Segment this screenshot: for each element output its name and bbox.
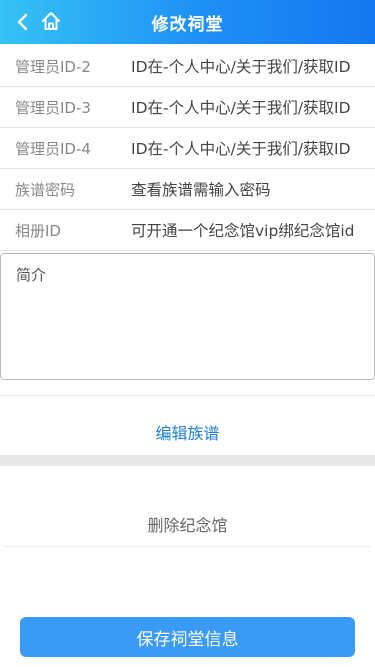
field-row-admin-3[interactable]: 管理员ID-3 ID在-个人中心/关于我们/获取ID bbox=[0, 87, 375, 128]
field-input[interactable]: ID在-个人中心/关于我们/获取ID bbox=[131, 137, 351, 159]
field-row-admin-4[interactable]: 管理员ID-4 ID在-个人中心/关于我们/获取ID bbox=[0, 128, 375, 169]
field-input[interactable]: ID在-个人中心/关于我们/获取ID bbox=[131, 55, 351, 77]
header-bar: 修改祠堂 bbox=[0, 0, 375, 44]
intro-textarea[interactable]: 简介 bbox=[0, 253, 375, 380]
section-separator bbox=[0, 455, 375, 466]
field-row-admin-2[interactable]: 管理员ID-2 ID在-个人中心/关于我们/获取ID bbox=[0, 46, 375, 87]
save-hall-info-button[interactable]: 保存祠堂信息 bbox=[20, 617, 355, 657]
field-input[interactable]: 查看族谱需输入密码 bbox=[131, 178, 271, 200]
field-label: 管理员ID-4 bbox=[15, 139, 91, 158]
home-icon[interactable] bbox=[40, 10, 62, 32]
form-fields: 管理员ID-2 ID在-个人中心/关于我们/获取ID 管理员ID-3 ID在-个… bbox=[0, 46, 375, 251]
field-row-album-id[interactable]: 相册ID 可开通一个纪念馆vip绑纪念馆id bbox=[0, 210, 375, 251]
edit-genealogy-link[interactable]: 编辑族谱 bbox=[0, 420, 375, 444]
delete-memorial-button[interactable]: 删除纪念馆 bbox=[0, 512, 375, 536]
field-label: 管理员ID-3 bbox=[15, 98, 91, 117]
field-input[interactable]: ID在-个人中心/关于我们/获取ID bbox=[131, 96, 351, 118]
intro-placeholder: 简介 bbox=[16, 266, 47, 284]
divider bbox=[4, 546, 371, 547]
field-label: 族谱密码 bbox=[15, 180, 76, 199]
field-row-genealogy-password[interactable]: 族谱密码 查看族谱需输入密码 bbox=[0, 169, 375, 210]
page-title: 修改祠堂 bbox=[151, 14, 224, 35]
back-arrow-icon[interactable] bbox=[12, 11, 34, 33]
field-label: 相册ID bbox=[15, 221, 61, 240]
field-label: 管理员ID-2 bbox=[15, 57, 91, 76]
divider bbox=[0, 395, 375, 396]
field-input[interactable]: 可开通一个纪念馆vip绑纪念馆id bbox=[131, 219, 354, 241]
